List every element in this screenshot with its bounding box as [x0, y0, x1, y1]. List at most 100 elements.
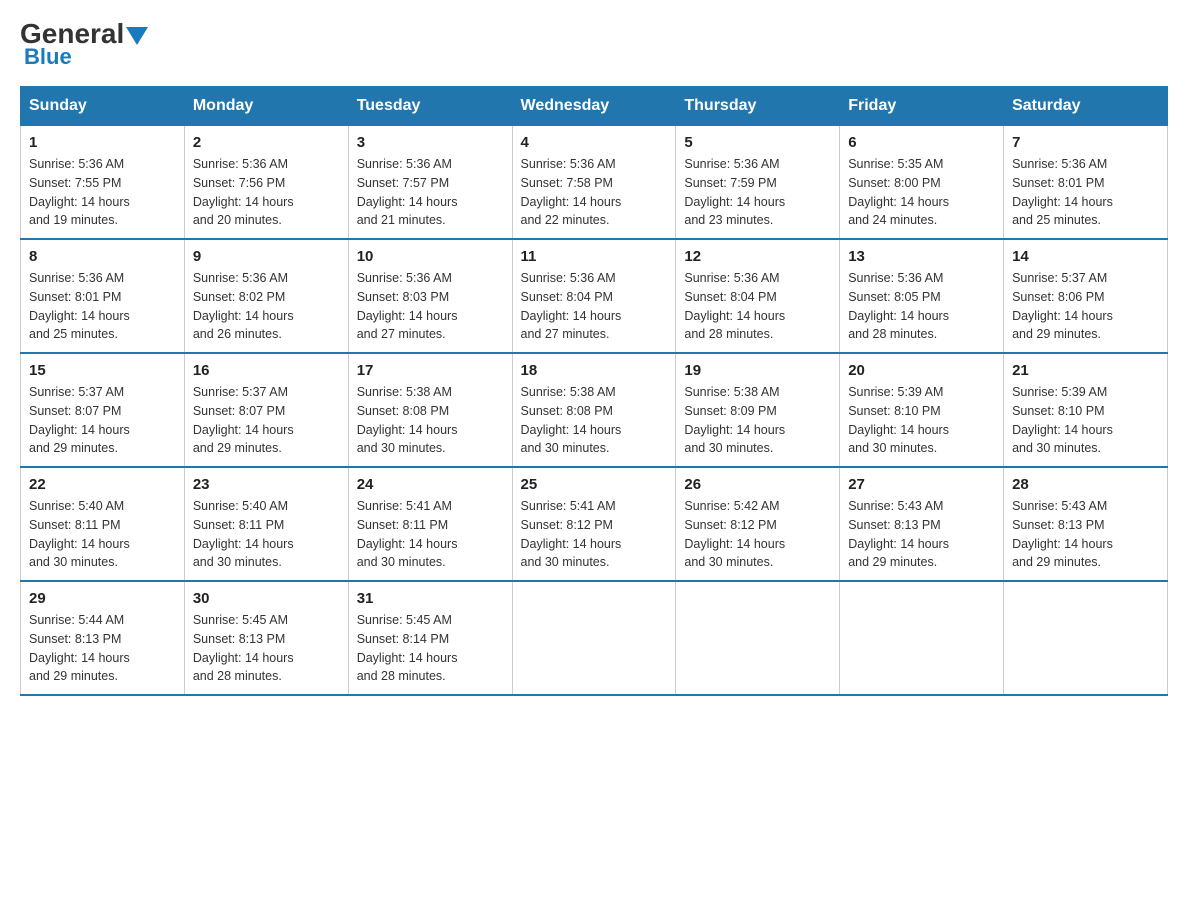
calendar-day-cell: 13 Sunrise: 5:36 AMSunset: 8:05 PMDaylig… [840, 239, 1004, 353]
day-number: 16 [193, 362, 340, 379]
day-info: Sunrise: 5:39 AMSunset: 8:10 PMDaylight:… [1012, 385, 1113, 455]
day-info: Sunrise: 5:45 AMSunset: 8:13 PMDaylight:… [193, 613, 294, 683]
calendar-day-cell: 11 Sunrise: 5:36 AMSunset: 8:04 PMDaylig… [512, 239, 676, 353]
day-info: Sunrise: 5:36 AMSunset: 7:56 PMDaylight:… [193, 157, 294, 227]
day-info: Sunrise: 5:39 AMSunset: 8:10 PMDaylight:… [848, 385, 949, 455]
day-number: 22 [29, 476, 176, 493]
day-number: 10 [357, 248, 504, 265]
day-number: 12 [684, 248, 831, 265]
day-number: 27 [848, 476, 995, 493]
calendar-week-row: 22 Sunrise: 5:40 AMSunset: 8:11 PMDaylig… [21, 467, 1168, 581]
calendar-day-cell: 22 Sunrise: 5:40 AMSunset: 8:11 PMDaylig… [21, 467, 185, 581]
day-info: Sunrise: 5:43 AMSunset: 8:13 PMDaylight:… [848, 499, 949, 569]
day-info: Sunrise: 5:40 AMSunset: 8:11 PMDaylight:… [193, 499, 294, 569]
day-info: Sunrise: 5:37 AMSunset: 8:07 PMDaylight:… [193, 385, 294, 455]
day-number: 8 [29, 248, 176, 265]
day-number: 24 [357, 476, 504, 493]
day-info: Sunrise: 5:45 AMSunset: 8:14 PMDaylight:… [357, 613, 458, 683]
day-info: Sunrise: 5:38 AMSunset: 8:08 PMDaylight:… [521, 385, 622, 455]
weekday-header-tuesday: Tuesday [348, 87, 512, 126]
calendar-day-cell: 3 Sunrise: 5:36 AMSunset: 7:57 PMDayligh… [348, 126, 512, 240]
calendar-day-cell: 1 Sunrise: 5:36 AMSunset: 7:55 PMDayligh… [21, 126, 185, 240]
day-number: 29 [29, 590, 176, 607]
day-info: Sunrise: 5:36 AMSunset: 7:58 PMDaylight:… [521, 157, 622, 227]
day-info: Sunrise: 5:41 AMSunset: 8:12 PMDaylight:… [521, 499, 622, 569]
day-info: Sunrise: 5:37 AMSunset: 8:06 PMDaylight:… [1012, 271, 1113, 341]
day-number: 25 [521, 476, 668, 493]
day-number: 6 [848, 134, 995, 151]
calendar-day-cell [676, 581, 840, 695]
calendar-day-cell: 9 Sunrise: 5:36 AMSunset: 8:02 PMDayligh… [184, 239, 348, 353]
day-info: Sunrise: 5:43 AMSunset: 8:13 PMDaylight:… [1012, 499, 1113, 569]
calendar-day-cell: 25 Sunrise: 5:41 AMSunset: 8:12 PMDaylig… [512, 467, 676, 581]
calendar-day-cell: 10 Sunrise: 5:36 AMSunset: 8:03 PMDaylig… [348, 239, 512, 353]
calendar-day-cell: 28 Sunrise: 5:43 AMSunset: 8:13 PMDaylig… [1004, 467, 1168, 581]
day-info: Sunrise: 5:37 AMSunset: 8:07 PMDaylight:… [29, 385, 130, 455]
calendar-week-row: 8 Sunrise: 5:36 AMSunset: 8:01 PMDayligh… [21, 239, 1168, 353]
weekday-header-row: SundayMondayTuesdayWednesdayThursdayFrid… [21, 87, 1168, 126]
day-number: 15 [29, 362, 176, 379]
day-number: 3 [357, 134, 504, 151]
calendar-day-cell: 24 Sunrise: 5:41 AMSunset: 8:11 PMDaylig… [348, 467, 512, 581]
logo-arrow-icon [126, 27, 148, 45]
calendar-day-cell: 18 Sunrise: 5:38 AMSunset: 8:08 PMDaylig… [512, 353, 676, 467]
day-number: 2 [193, 134, 340, 151]
calendar-day-cell: 30 Sunrise: 5:45 AMSunset: 8:13 PMDaylig… [184, 581, 348, 695]
day-info: Sunrise: 5:44 AMSunset: 8:13 PMDaylight:… [29, 613, 130, 683]
day-number: 14 [1012, 248, 1159, 265]
day-number: 13 [848, 248, 995, 265]
day-number: 21 [1012, 362, 1159, 379]
day-info: Sunrise: 5:35 AMSunset: 8:00 PMDaylight:… [848, 157, 949, 227]
calendar-day-cell: 14 Sunrise: 5:37 AMSunset: 8:06 PMDaylig… [1004, 239, 1168, 353]
calendar-day-cell [840, 581, 1004, 695]
logo: General Blue [20, 20, 148, 70]
calendar-day-cell: 31 Sunrise: 5:45 AMSunset: 8:14 PMDaylig… [348, 581, 512, 695]
day-number: 5 [684, 134, 831, 151]
weekday-header-wednesday: Wednesday [512, 87, 676, 126]
day-number: 19 [684, 362, 831, 379]
page-header: General Blue [20, 20, 1168, 70]
calendar-week-row: 1 Sunrise: 5:36 AMSunset: 7:55 PMDayligh… [21, 126, 1168, 240]
calendar-day-cell: 19 Sunrise: 5:38 AMSunset: 8:09 PMDaylig… [676, 353, 840, 467]
calendar-day-cell: 15 Sunrise: 5:37 AMSunset: 8:07 PMDaylig… [21, 353, 185, 467]
day-info: Sunrise: 5:36 AMSunset: 8:04 PMDaylight:… [521, 271, 622, 341]
day-number: 11 [521, 248, 668, 265]
day-number: 4 [521, 134, 668, 151]
day-info: Sunrise: 5:36 AMSunset: 8:01 PMDaylight:… [29, 271, 130, 341]
calendar-day-cell: 6 Sunrise: 5:35 AMSunset: 8:00 PMDayligh… [840, 126, 1004, 240]
day-info: Sunrise: 5:41 AMSunset: 8:11 PMDaylight:… [357, 499, 458, 569]
calendar-week-row: 15 Sunrise: 5:37 AMSunset: 8:07 PMDaylig… [21, 353, 1168, 467]
day-info: Sunrise: 5:36 AMSunset: 8:01 PMDaylight:… [1012, 157, 1113, 227]
calendar-day-cell: 27 Sunrise: 5:43 AMSunset: 8:13 PMDaylig… [840, 467, 1004, 581]
day-number: 28 [1012, 476, 1159, 493]
logo-blue: Blue [24, 44, 72, 70]
calendar-day-cell: 26 Sunrise: 5:42 AMSunset: 8:12 PMDaylig… [676, 467, 840, 581]
calendar-day-cell: 23 Sunrise: 5:40 AMSunset: 8:11 PMDaylig… [184, 467, 348, 581]
calendar-day-cell: 2 Sunrise: 5:36 AMSunset: 7:56 PMDayligh… [184, 126, 348, 240]
calendar-day-cell: 29 Sunrise: 5:44 AMSunset: 8:13 PMDaylig… [21, 581, 185, 695]
day-info: Sunrise: 5:36 AMSunset: 8:03 PMDaylight:… [357, 271, 458, 341]
day-info: Sunrise: 5:36 AMSunset: 7:55 PMDaylight:… [29, 157, 130, 227]
day-number: 26 [684, 476, 831, 493]
weekday-header-friday: Friday [840, 87, 1004, 126]
calendar-day-cell [1004, 581, 1168, 695]
weekday-header-thursday: Thursday [676, 87, 840, 126]
day-info: Sunrise: 5:36 AMSunset: 8:02 PMDaylight:… [193, 271, 294, 341]
weekday-header-sunday: Sunday [21, 87, 185, 126]
calendar-day-cell: 8 Sunrise: 5:36 AMSunset: 8:01 PMDayligh… [21, 239, 185, 353]
day-info: Sunrise: 5:38 AMSunset: 8:09 PMDaylight:… [684, 385, 785, 455]
day-info: Sunrise: 5:36 AMSunset: 7:57 PMDaylight:… [357, 157, 458, 227]
calendar-day-cell: 16 Sunrise: 5:37 AMSunset: 8:07 PMDaylig… [184, 353, 348, 467]
day-info: Sunrise: 5:38 AMSunset: 8:08 PMDaylight:… [357, 385, 458, 455]
day-number: 20 [848, 362, 995, 379]
day-number: 23 [193, 476, 340, 493]
calendar-day-cell: 20 Sunrise: 5:39 AMSunset: 8:10 PMDaylig… [840, 353, 1004, 467]
weekday-header-monday: Monday [184, 87, 348, 126]
day-number: 30 [193, 590, 340, 607]
calendar-table: SundayMondayTuesdayWednesdayThursdayFrid… [20, 86, 1168, 696]
calendar-day-cell: 12 Sunrise: 5:36 AMSunset: 8:04 PMDaylig… [676, 239, 840, 353]
calendar-day-cell: 7 Sunrise: 5:36 AMSunset: 8:01 PMDayligh… [1004, 126, 1168, 240]
day-info: Sunrise: 5:36 AMSunset: 8:04 PMDaylight:… [684, 271, 785, 341]
calendar-week-row: 29 Sunrise: 5:44 AMSunset: 8:13 PMDaylig… [21, 581, 1168, 695]
day-info: Sunrise: 5:36 AMSunset: 7:59 PMDaylight:… [684, 157, 785, 227]
